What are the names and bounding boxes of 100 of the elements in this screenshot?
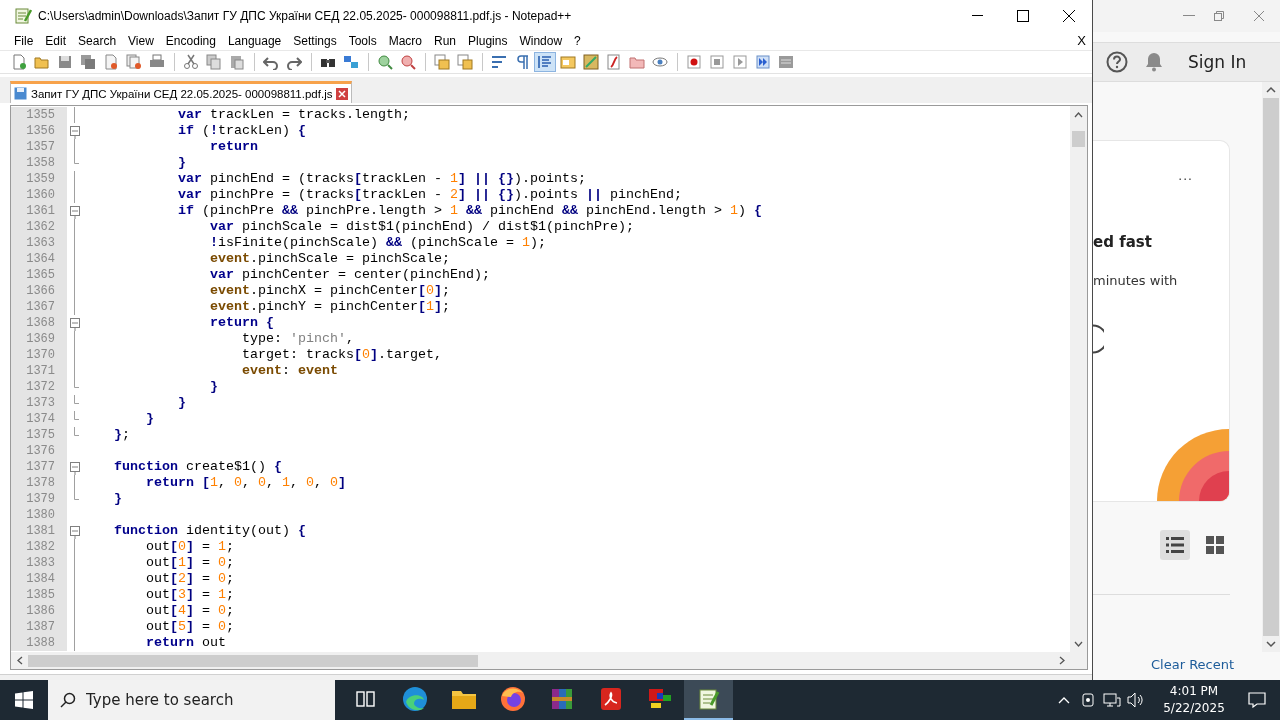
code-line: event.pinchScale = pinchScale; — [208, 251, 450, 267]
line-number: 1371 — [11, 363, 67, 379]
vertical-scrollbar[interactable] — [1070, 106, 1087, 652]
code-line: } — [208, 379, 218, 395]
code-line: } — [176, 155, 186, 171]
browser-icon — [499, 686, 526, 712]
fold-minus-icon[interactable] — [69, 462, 80, 475]
line-number: 1377 — [11, 459, 67, 475]
line-number: 1370 — [11, 347, 67, 363]
arrow-left-icon[interactable] — [16, 656, 23, 665]
fold-minus-icon[interactable] — [69, 526, 80, 539]
line-number: 1382 — [11, 539, 67, 555]
code-line: out[0] = 1; — [145, 539, 234, 555]
line-number: 1363 — [11, 235, 67, 251]
code-line: function create$1() { — [113, 459, 282, 475]
horizontal-scrollbar[interactable] — [11, 652, 1087, 669]
indent-guide-icon[interactable] — [534, 52, 556, 72]
line-number: 1380 — [11, 507, 67, 523]
arcs-drawing — [1157, 429, 1229, 501]
close-tab-icon[interactable] — [336, 87, 349, 100]
menu-item[interactable]: Search — [72, 31, 123, 50]
fold-minus-icon[interactable] — [69, 126, 80, 139]
line-number: 1375 — [11, 427, 67, 443]
arrow-down-icon[interactable] — [1266, 640, 1276, 648]
menu-item[interactable]: Edit — [39, 31, 73, 50]
code-line: var pinchEnd = (tracks[trackLen - 1] || {}).points; — [176, 171, 586, 187]
line-number: 1356 — [11, 123, 67, 139]
line-number: 1358 — [11, 155, 67, 171]
code-editor[interactable] — [10, 105, 1088, 670]
map-icon[interactable] — [580, 52, 602, 72]
clear-recent-link[interactable]: Clear Recent — [1151, 657, 1262, 672]
line-number: 1383 — [11, 555, 67, 571]
fold-line-icon — [74, 475, 75, 491]
line-number: 1372 — [11, 379, 67, 395]
search-field[interactable]: Type here to search — [48, 680, 335, 720]
scroll-thumb[interactable] — [1072, 131, 1085, 147]
menu-item[interactable]: Language — [221, 31, 288, 50]
menu-item[interactable]: ? — [568, 31, 587, 50]
sync-horizontal-icon[interactable] — [454, 52, 476, 72]
line-number: 1385 — [11, 587, 67, 603]
line-number: 1364 — [11, 251, 67, 267]
menu-item[interactable]: Plugins — [462, 31, 514, 50]
line-number: 1361 — [11, 203, 67, 219]
line-number: 1360 — [11, 187, 67, 203]
arrow-up-icon[interactable] — [1266, 86, 1276, 94]
bell-icon[interactable] — [1145, 52, 1163, 72]
arrow-right-icon[interactable] — [1058, 656, 1065, 665]
fold-line-icon — [74, 107, 75, 123]
code-line: return — [208, 139, 258, 155]
close-document-button[interactable]: X — [1075, 33, 1088, 48]
code-line: var pinchScale = dist$1(pinchEnd) / dist$1(pinchPre); — [208, 219, 634, 235]
fold-end-icon — [74, 155, 79, 164]
code-line: out[4] = 0; — [145, 603, 234, 619]
line-number: 1368 — [11, 315, 67, 331]
code-line: }; — [113, 427, 130, 443]
line-number: 1381 — [11, 523, 67, 539]
paint-icon — [646, 687, 673, 711]
clock-time: 4:01 PM — [1169, 683, 1219, 700]
menu-item[interactable]: Encoding — [159, 31, 222, 50]
code-line: event.pinchY = pinchCenter[1]; — [208, 299, 450, 315]
code-line: type: 'pinch', — [240, 331, 354, 347]
line-number: 1388 — [11, 635, 67, 651]
code-line: function identity(out) { — [113, 523, 306, 539]
menu-item[interactable]: Macro — [382, 31, 428, 50]
scroll-thumb[interactable] — [28, 654, 478, 667]
help-icon[interactable] — [1106, 51, 1128, 73]
arrow-down-icon[interactable] — [1074, 640, 1083, 647]
taskbar-app-button[interactable] — [684, 680, 733, 720]
arrow-up-icon[interactable] — [1074, 111, 1083, 118]
menu-item[interactable]: Run — [428, 31, 463, 50]
line-number: 1374 — [11, 411, 67, 427]
code-line: } — [176, 395, 186, 411]
clock-date: 5/22/2025 — [1163, 700, 1225, 717]
sync-vertical-icon[interactable] — [431, 52, 453, 72]
line-number: 1369 — [11, 331, 67, 347]
save-icon — [14, 87, 27, 100]
menu-item[interactable]: Settings — [287, 31, 343, 50]
vertical-scrollbar[interactable] — [1262, 82, 1280, 652]
code-line: var pinchPre = (tracks[trackLen - 2] || {}).points || pinchEnd; — [176, 187, 682, 203]
menu-item[interactable]: View — [122, 31, 160, 50]
fold-line-icon — [74, 139, 75, 155]
line-number: 1373 — [11, 395, 67, 411]
fold-minus-icon[interactable] — [69, 318, 80, 331]
menu-item[interactable]: File — [8, 31, 40, 50]
more-options[interactable]: ... — [1178, 167, 1193, 183]
code-line: if (!trackLen) { — [176, 123, 306, 139]
line-number: 1362 — [11, 219, 67, 235]
fold-minus-icon[interactable] — [69, 206, 80, 219]
line-number: 1367 — [11, 299, 67, 315]
sign-in-button[interactable]: Sign In — [1188, 52, 1247, 72]
line-number: 1366 — [11, 283, 67, 299]
menu-item[interactable]: Tools — [342, 31, 383, 50]
scroll-thumb[interactable] — [1263, 98, 1279, 636]
archive-icon — [549, 687, 574, 711]
list-view-icon[interactable] — [1160, 530, 1190, 560]
line-number: 1379 — [11, 491, 67, 507]
windows-logo-icon — [15, 691, 33, 709]
code-line: var pinchCenter = center(pinchEnd); — [208, 267, 490, 283]
menu-item[interactable]: Window — [513, 31, 569, 50]
file-tab[interactable]: Запит ГУ ДПС України СЕД 22.05.2025- 000098811.pdf.js — [10, 81, 353, 103]
